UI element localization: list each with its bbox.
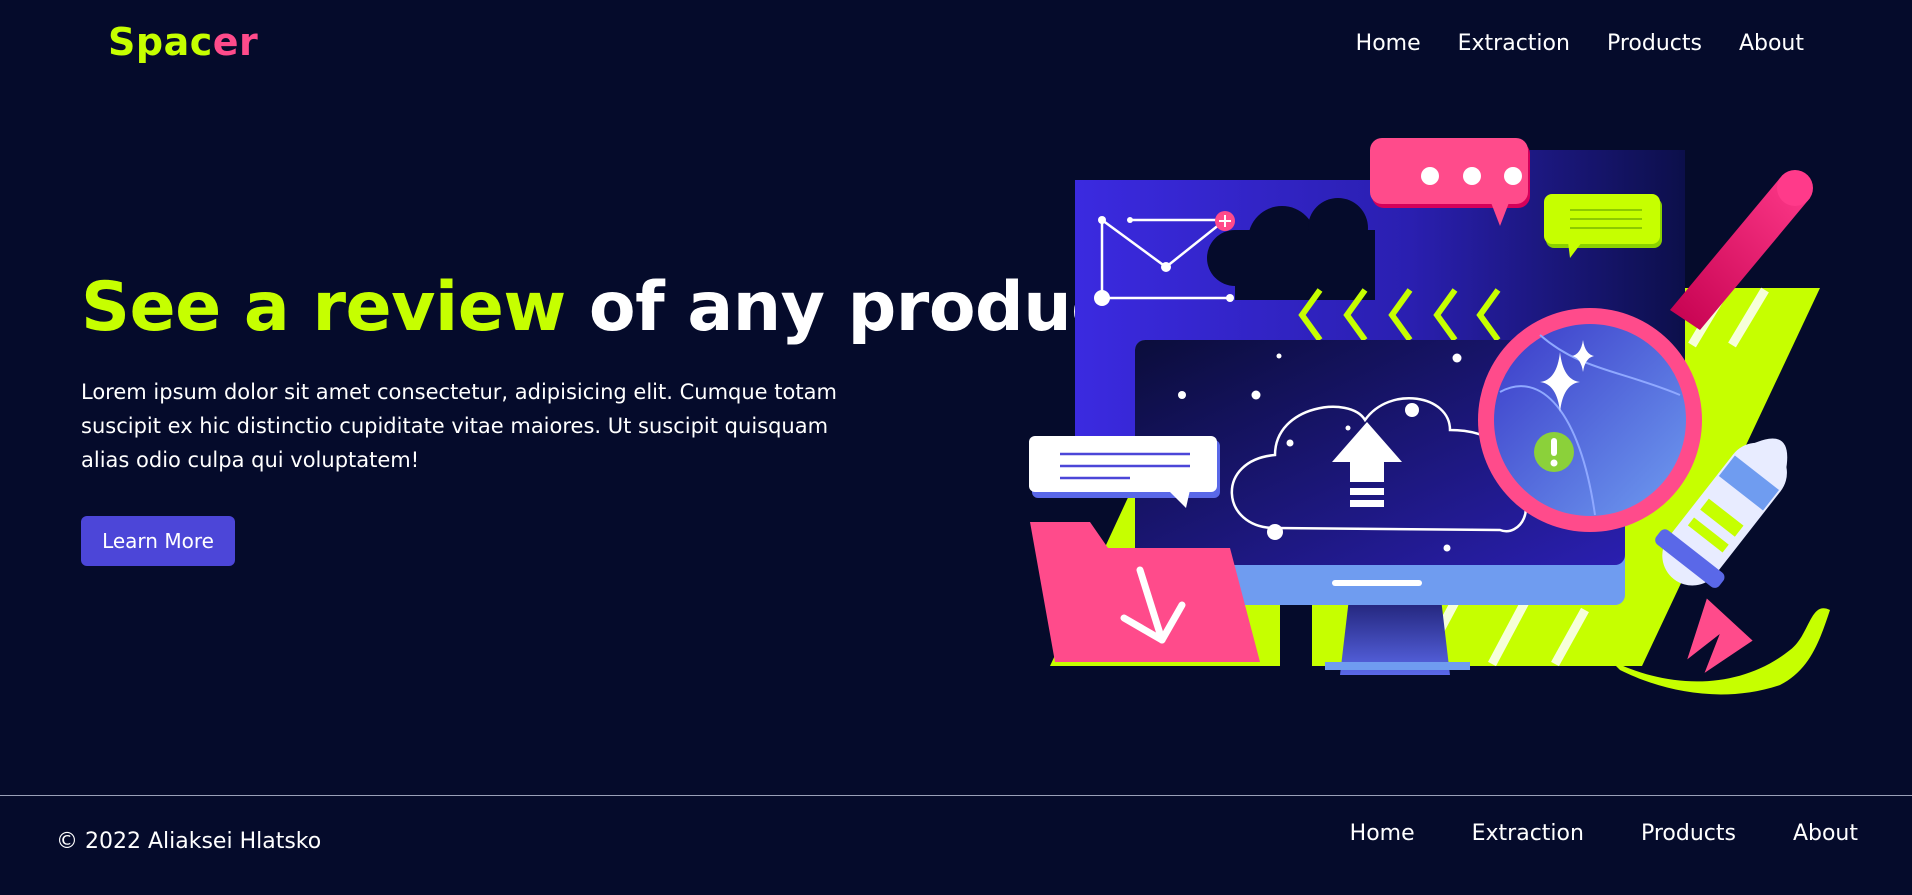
page: Spacer Home Extraction Products About Se… [0, 0, 1912, 895]
nav-about-link[interactable]: About [1739, 28, 1804, 60]
footer-copyright: © 2022 Aliaksei Hlatsko [56, 829, 322, 854]
logo-part-1: Spac [108, 20, 213, 64]
footer-nav-products-link[interactable]: Products [1641, 818, 1736, 850]
footer-divider [0, 795, 1912, 796]
nav-products-link[interactable]: Products [1607, 28, 1702, 60]
hero-description: Lorem ipsum dolor sit amet consectetur, … [81, 380, 837, 472]
site-logo[interactable]: Spacer [108, 18, 258, 66]
nav-extraction-link[interactable]: Extraction [1458, 28, 1570, 60]
nav-home-link[interactable]: Home [1356, 28, 1421, 60]
hero-title-highlight: See a review [81, 268, 566, 347]
learn-more-button[interactable]: Learn More [81, 516, 235, 566]
top-nav: Home Extraction Products About [1356, 28, 1804, 60]
hero-illustration [1029, 130, 1830, 695]
chat-bubble-white [1029, 436, 1220, 508]
footer-nav-home-link[interactable]: Home [1350, 818, 1415, 850]
hero-title: See a review of any product [81, 268, 1143, 348]
logo-part-2: er [212, 20, 259, 64]
footer-nav-about-link[interactable]: About [1793, 818, 1858, 850]
footer-nav: Home Extraction Products About [1350, 818, 1858, 850]
footer-nav-extraction-link[interactable]: Extraction [1472, 818, 1584, 850]
